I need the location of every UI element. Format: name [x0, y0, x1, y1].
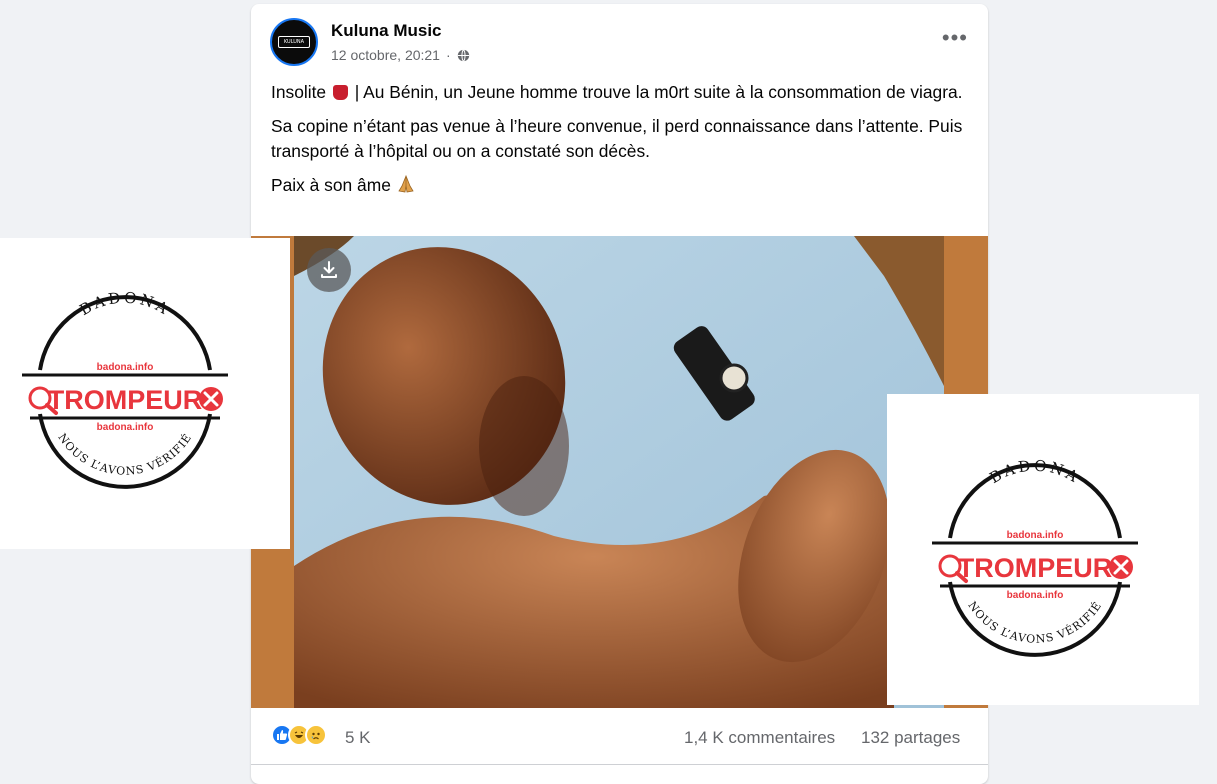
stamp-top-text: BADONA: [987, 457, 1084, 488]
post-photo[interactable]: [294, 236, 944, 708]
download-button[interactable]: [307, 248, 351, 292]
post-header: KULUNA Kuluna Music 12 octobre, 20:21 · …: [251, 4, 988, 76]
post-media[interactable]: [251, 236, 988, 708]
fact-check-stamp-right: BADONA badona.info TROMPEUR badona.info …: [887, 394, 1199, 705]
stamp-graphic: BADONA badona.info TROMPEUR badona.info …: [22, 289, 228, 489]
engagement-bar: 5 K 1,4 K commentaires 132 partages: [251, 708, 988, 765]
comments-count[interactable]: 1,4 K commentaires: [684, 728, 835, 748]
post-meta: 12 octobre, 20:21 ·: [331, 47, 470, 63]
stamp-top-text: BADONA: [77, 289, 174, 320]
stamp-verdict: TROMPEUR: [48, 385, 203, 415]
facebook-post: KULUNA Kuluna Music 12 octobre, 20:21 · …: [251, 4, 988, 784]
page-name[interactable]: Kuluna Music: [331, 21, 442, 41]
close-circle-icon: [199, 387, 223, 411]
photo-image: [294, 236, 944, 708]
globe-icon: [457, 48, 469, 62]
shares-count[interactable]: 132 partages: [861, 728, 960, 748]
avatar-logo-text: KULUNA: [283, 39, 305, 45]
stamp-site-bottom: badona.info: [1007, 590, 1064, 601]
post-paragraph-2: Sa copine n’étant pas venue à l’heure co…: [271, 116, 963, 161]
stamp-site-top: badona.info: [1007, 530, 1064, 541]
more-icon[interactable]: •••: [942, 27, 968, 49]
reaction-icons[interactable]: [271, 724, 327, 746]
post-timestamp[interactable]: 12 octobre, 20:21: [331, 47, 440, 63]
fact-check-stamp-left: BADONA badona.info TROMPEUR badona.info …: [0, 238, 290, 549]
close-circle-icon: [1109, 555, 1133, 579]
praying-hands-icon: [398, 174, 414, 193]
red-cap-emoji-icon: [332, 85, 348, 100]
reaction-count[interactable]: 5 K: [345, 728, 371, 748]
post-paragraph-3: Paix à son âme: [271, 173, 971, 198]
post-body: Insolite | Au Bénin, un Jeune homme trou…: [271, 80, 971, 207]
download-icon: [321, 261, 337, 278]
svg-text:BADONA: BADONA: [987, 457, 1084, 488]
stamp-site-top: badona.info: [97, 362, 154, 373]
post-paragraph-1: Insolite | Au Bénin, un Jeune homme trou…: [271, 82, 963, 102]
stamp-graphic: BADONA badona.info TROMPEUR badona.info …: [932, 457, 1138, 657]
stamp-verdict: TROMPEUR: [958, 553, 1113, 583]
page-avatar[interactable]: KULUNA: [270, 18, 318, 66]
svg-text:BADONA: BADONA: [77, 289, 174, 320]
sad-icon: [305, 724, 327, 746]
stamp-site-bottom: badona.info: [97, 422, 154, 433]
